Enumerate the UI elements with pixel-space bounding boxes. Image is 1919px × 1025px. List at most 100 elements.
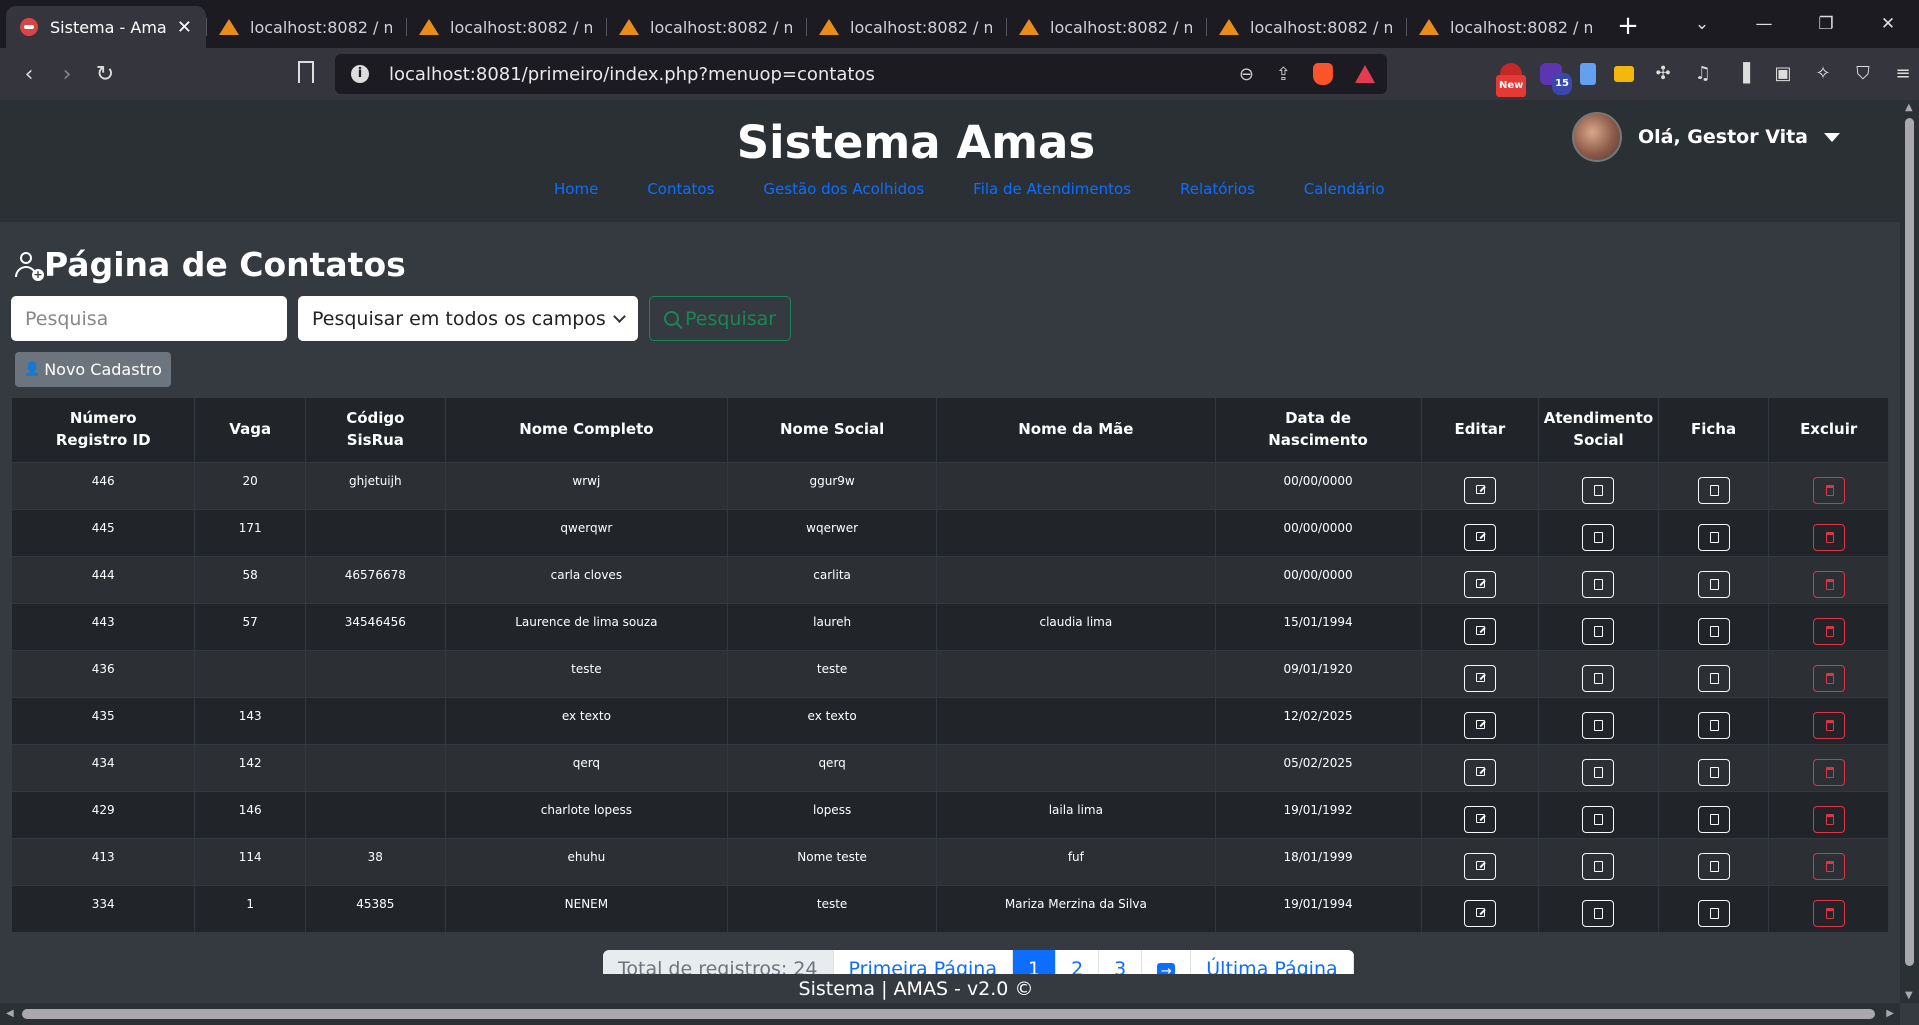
edit-button[interactable] xyxy=(1463,523,1496,551)
delete-button[interactable] xyxy=(1812,664,1845,692)
edit-button[interactable] xyxy=(1463,570,1496,598)
delete-button[interactable] xyxy=(1812,523,1845,551)
browser-tab-active[interactable]: Sistema - Amas ✕ xyxy=(6,6,206,48)
close-tab-icon[interactable]: ✕ xyxy=(177,17,192,38)
puzzle-icon[interactable]: ✣ xyxy=(1652,63,1674,85)
pagination-page-3[interactable]: 3 xyxy=(1099,950,1143,974)
scroll-down-icon[interactable]: ▼ xyxy=(1905,990,1913,1001)
record-sheet-button[interactable] xyxy=(1697,523,1730,551)
edit-button[interactable] xyxy=(1463,805,1496,833)
pagination-next[interactable]: → xyxy=(1142,950,1192,974)
reload-icon[interactable]: ↻ xyxy=(86,62,124,87)
record-sheet-button[interactable] xyxy=(1697,711,1730,739)
user-menu[interactable]: Olá, Gestor Vita xyxy=(1571,112,1840,162)
delete-button[interactable] xyxy=(1812,570,1845,598)
browser-tab[interactable]: localhost:8082 / mysc xyxy=(806,6,1006,48)
scroll-right-icon[interactable]: ▶ xyxy=(1886,1008,1894,1019)
social-service-button[interactable] xyxy=(1582,899,1615,927)
pagination-last[interactable]: Última Página xyxy=(1191,950,1354,974)
edit-button[interactable] xyxy=(1463,664,1496,692)
browser-tab[interactable]: localhost:8082 / mysc xyxy=(1206,6,1406,48)
delete-button[interactable] xyxy=(1812,852,1845,880)
tab-list-icon[interactable]: ⌄ xyxy=(1671,14,1733,34)
zoom-icon[interactable]: ⊖ xyxy=(1239,64,1254,85)
record-sheet-button[interactable] xyxy=(1697,476,1730,504)
browser-tab[interactable]: localhost:8082 / mysc xyxy=(406,6,606,48)
url-text[interactable]: localhost:8081/primeiro/index.php?menuop… xyxy=(389,64,875,85)
nav-home[interactable]: Home xyxy=(554,180,598,198)
avatar[interactable] xyxy=(1571,112,1622,162)
menu-icon[interactable]: ≡ xyxy=(1892,63,1914,85)
scroll-left-icon[interactable]: ◀ xyxy=(6,1008,14,1019)
record-sheet-button[interactable] xyxy=(1697,617,1730,645)
delete-button[interactable] xyxy=(1812,899,1845,927)
pagination-first[interactable]: Primeira Página xyxy=(833,950,1013,974)
back-icon[interactable]: ‹ xyxy=(10,62,48,87)
social-service-button[interactable] xyxy=(1582,852,1615,880)
delete-button[interactable] xyxy=(1812,617,1845,645)
nav-fila-atendimentos[interactable]: Fila de Atendimentos xyxy=(973,180,1131,198)
share-icon[interactable]: ⇪ xyxy=(1276,64,1291,85)
new-record-button[interactable]: 👤 Novo Cadastro xyxy=(15,352,171,387)
social-service-button[interactable] xyxy=(1582,570,1615,598)
user-greeting[interactable]: Olá, Gestor Vita xyxy=(1638,126,1808,148)
extension-new-icon[interactable]: New xyxy=(1496,63,1527,97)
search-input[interactable] xyxy=(11,296,287,341)
delete-button[interactable] xyxy=(1812,711,1845,739)
sidebar-icon[interactable]: ▐ xyxy=(1732,63,1754,85)
extension-count-icon[interactable]: 15 xyxy=(1540,63,1572,95)
close-window-icon[interactable]: ✕ xyxy=(1857,14,1919,34)
social-service-button[interactable] xyxy=(1582,805,1615,833)
site-info-icon[interactable]: i xyxy=(351,65,369,83)
delete-button[interactable] xyxy=(1812,805,1845,833)
edit-button[interactable] xyxy=(1463,476,1496,504)
horizontal-scrollbar[interactable]: ◀ ▶ xyxy=(0,1003,1900,1025)
extension-folder-icon[interactable] xyxy=(1614,66,1634,82)
vpn-icon[interactable]: ⛉ xyxy=(1852,63,1874,85)
extension-doc-icon[interactable] xyxy=(1580,63,1596,85)
vertical-scroll-thumb[interactable] xyxy=(1905,118,1914,966)
browser-tab[interactable]: localhost:8082 / mysc xyxy=(1006,6,1206,48)
brave-shields-icon[interactable] xyxy=(1313,63,1333,85)
brave-rewards-icon[interactable] xyxy=(1355,65,1375,83)
pagination-page-2[interactable]: 2 xyxy=(1056,950,1100,974)
record-sheet-button[interactable] xyxy=(1697,664,1730,692)
nav-calendario[interactable]: Calendário xyxy=(1304,180,1385,198)
forward-icon[interactable]: › xyxy=(48,62,86,87)
nav-relatorios[interactable]: Relatórios xyxy=(1180,180,1255,198)
delete-button[interactable] xyxy=(1812,476,1845,504)
edit-button[interactable] xyxy=(1463,617,1496,645)
scroll-up-icon[interactable]: ▲ xyxy=(1905,102,1913,113)
new-tab-button[interactable]: + xyxy=(1606,6,1650,48)
address-bar[interactable]: i localhost:8081/primeiro/index.php?menu… xyxy=(335,54,1387,94)
social-service-button[interactable] xyxy=(1582,664,1615,692)
minimize-icon[interactable]: — xyxy=(1733,14,1795,34)
record-sheet-button[interactable] xyxy=(1697,758,1730,786)
wallet-icon[interactable]: ▣ xyxy=(1772,63,1794,85)
pagination-page-1[interactable]: 1 xyxy=(1012,950,1057,974)
search-field-select[interactable]: Pesquisar em todos os campos xyxy=(298,296,638,341)
browser-tab[interactable]: localhost:8082 / mysc xyxy=(1406,6,1606,48)
leo-ai-icon[interactable]: ✧ xyxy=(1812,63,1834,85)
restore-icon[interactable]: ❐ xyxy=(1795,14,1857,34)
social-service-button[interactable] xyxy=(1582,523,1615,551)
horizontal-scroll-thumb[interactable] xyxy=(22,1009,1875,1019)
social-service-button[interactable] xyxy=(1582,758,1615,786)
social-service-button[interactable] xyxy=(1582,711,1615,739)
search-button[interactable]: Pesquisar xyxy=(649,296,792,341)
edit-button[interactable] xyxy=(1463,758,1496,786)
social-service-button[interactable] xyxy=(1582,476,1615,504)
edit-button[interactable] xyxy=(1463,711,1496,739)
record-sheet-button[interactable] xyxy=(1697,852,1730,880)
bookmark-icon[interactable] xyxy=(298,61,314,83)
record-sheet-button[interactable] xyxy=(1697,805,1730,833)
browser-tab[interactable]: localhost:8082 / mysc xyxy=(206,6,406,48)
edit-button[interactable] xyxy=(1463,899,1496,927)
nav-gestao-acolhidos[interactable]: Gestão dos Acolhidos xyxy=(763,180,924,198)
caret-down-icon[interactable] xyxy=(1824,132,1840,142)
social-service-button[interactable] xyxy=(1582,617,1615,645)
vertical-scrollbar[interactable]: ▲ ▼ xyxy=(1900,100,1919,1003)
music-icon[interactable]: ♫ xyxy=(1692,63,1714,85)
nav-contatos[interactable]: Contatos xyxy=(647,180,714,198)
edit-button[interactable] xyxy=(1463,852,1496,880)
